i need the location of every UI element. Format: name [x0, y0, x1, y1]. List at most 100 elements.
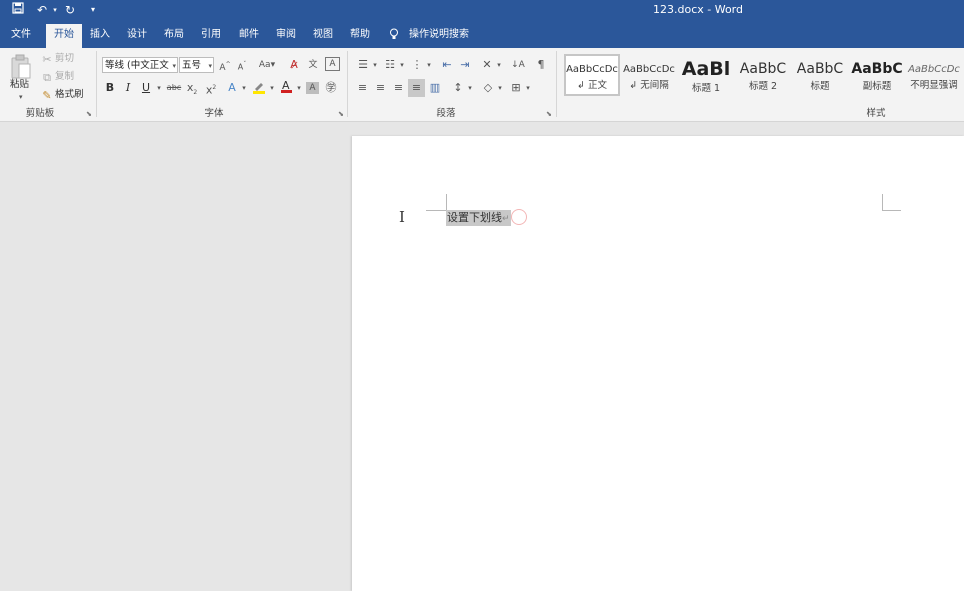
tab-references[interactable]: 引用 — [195, 24, 227, 48]
tab-layout[interactable]: 布局 — [158, 24, 190, 48]
borders-icon[interactable]: ⊞ — [509, 80, 523, 96]
undo-dropdown-icon[interactable]: ▾ — [51, 2, 59, 18]
save-icon[interactable] — [10, 2, 26, 18]
style-normal[interactable]: AaBbCcDc ↲ 正文 — [564, 54, 620, 96]
undo-icon[interactable]: ↶ — [34, 2, 50, 18]
separator — [347, 51, 348, 117]
bullets-dropdown-icon[interactable]: ▾ — [371, 57, 379, 73]
highlight-icon[interactable] — [252, 80, 266, 96]
chinese-layout-dropdown-icon[interactable]: ▾ — [495, 57, 503, 73]
tab-help[interactable]: 帮助 — [344, 24, 376, 48]
superscript-icon[interactable]: x2 — [205, 80, 217, 97]
justify-icon[interactable]: ≡ — [408, 79, 425, 97]
grow-font-icon[interactable]: A^ — [219, 57, 231, 73]
change-case-icon[interactable]: Aa▾ — [257, 57, 277, 73]
clear-formatting-icon[interactable]: A̷ — [287, 57, 301, 73]
increase-indent-icon[interactable]: ⇥ — [458, 57, 472, 73]
style-heading-2-preview: AaBbC — [739, 61, 787, 77]
show-marks-icon[interactable]: ¶ — [534, 57, 548, 73]
text-effects-icon[interactable]: A — [226, 80, 238, 96]
cut-button[interactable]: 剪切 — [55, 52, 74, 66]
multilevel-list-icon[interactable]: ⋮ — [410, 57, 424, 73]
cut-icon: ✂ — [42, 53, 52, 66]
tab-review[interactable]: 审阅 — [270, 24, 302, 48]
italic-icon[interactable]: I — [122, 80, 134, 96]
tab-insert[interactable]: 插入 — [84, 24, 116, 48]
redo-icon[interactable]: ↻ — [62, 2, 78, 18]
style-heading-1-preview: AaBl — [681, 58, 731, 80]
style-title[interactable]: AaBbC 标题 — [792, 54, 848, 96]
tell-me-search[interactable]: 操作说明搜索 — [406, 24, 472, 48]
style-normal-name: ↲ 正文 — [577, 80, 607, 91]
selected-text[interactable]: 设置下划线 — [447, 211, 502, 224]
paragraph-launcher-icon[interactable]: ⬊ — [546, 110, 554, 118]
style-heading-2[interactable]: AaBbC 标题 2 — [735, 54, 791, 96]
style-heading-1[interactable]: AaBl 标题 1 — [678, 54, 734, 96]
tab-view[interactable]: 视图 — [307, 24, 339, 48]
style-subtle-emphasis[interactable]: AaBbCcDc 不明显强调 — [906, 54, 962, 96]
multilevel-dropdown-icon[interactable]: ▾ — [425, 57, 433, 73]
shading-dropdown-icon[interactable]: ▾ — [496, 80, 504, 96]
styles-group-label: 样式 — [866, 108, 886, 119]
character-border-icon[interactable]: A — [325, 57, 340, 71]
numbering-icon[interactable]: ☷ — [383, 57, 397, 73]
paste-dropdown-icon[interactable]: ▾ — [19, 90, 23, 104]
style-no-spacing-name: ↲ 无间隔 — [629, 80, 669, 91]
chinese-layout-icon[interactable]: ✕ — [480, 57, 494, 73]
customize-qat-icon[interactable]: ▾ — [86, 2, 100, 18]
sort-icon[interactable]: ↓A — [511, 57, 525, 73]
font-color-icon[interactable]: A — [280, 78, 293, 96]
bold-icon[interactable]: B — [104, 80, 116, 96]
separator — [556, 51, 557, 117]
tab-mailings[interactable]: 邮件 — [233, 24, 265, 48]
strikethrough-icon[interactable]: abc — [166, 80, 182, 96]
paste-icon[interactable] — [10, 54, 32, 80]
shading-icon[interactable]: ◇ — [481, 80, 495, 96]
clipboard-launcher-icon[interactable]: ⬊ — [86, 110, 94, 118]
font-family-select[interactable]: 等线 (中文正文 ▾ — [102, 57, 178, 73]
tab-design[interactable]: 设计 — [121, 24, 153, 48]
subscript-icon[interactable]: x2 — [186, 80, 198, 96]
shrink-font-icon[interactable]: Aˇ — [236, 57, 248, 73]
highlight-dropdown-icon[interactable]: ▾ — [268, 80, 276, 96]
style-subtle-emphasis-preview: AaBbCcDc — [908, 64, 960, 75]
bullets-icon[interactable]: ☰ — [356, 57, 370, 73]
font-size-select[interactable]: 五号 ▾ — [179, 57, 214, 73]
distributed-icon[interactable]: ▥ — [428, 80, 442, 96]
align-left-icon[interactable]: ≡ — [356, 80, 369, 96]
underline-dropdown-icon[interactable]: ▾ — [155, 80, 163, 96]
align-center-icon[interactable]: ≡ — [374, 80, 387, 96]
style-subtitle-name: 副标题 — [862, 81, 892, 92]
tab-file[interactable]: 文件 — [4, 24, 38, 48]
phonetic-guide-icon[interactable]: 文 — [306, 57, 320, 73]
style-heading-2-name: 标题 2 — [748, 81, 778, 92]
font-launcher-icon[interactable]: ⬊ — [338, 110, 346, 118]
style-subtitle-preview: AaBbC — [851, 61, 903, 77]
line-spacing-dropdown-icon[interactable]: ▾ — [466, 80, 474, 96]
title-bar: ↶ ▾ ↻ ▾ 123.docx - Word 文件 开始 插入 设计 布局 引… — [0, 0, 964, 48]
separator — [96, 51, 97, 117]
font-color-dropdown-icon[interactable]: ▾ — [295, 80, 303, 96]
line-spacing-icon[interactable]: ↕ — [451, 80, 465, 96]
style-normal-preview: AaBbCcDc — [566, 64, 618, 75]
enclose-characters-icon[interactable]: ㊫ — [324, 80, 338, 96]
text-effects-dropdown-icon[interactable]: ▾ — [240, 80, 248, 96]
numbering-dropdown-icon[interactable]: ▾ — [398, 57, 406, 73]
format-painter-button[interactable]: 格式刷 — [55, 88, 84, 102]
document-page[interactable]: 设置下划线↵ — [352, 136, 964, 591]
document-text[interactable]: 设置下划线↵ — [446, 210, 511, 226]
decrease-indent-icon[interactable]: ⇤ — [440, 57, 454, 73]
copy-button[interactable]: 复制 — [55, 70, 74, 84]
lightbulb-icon[interactable] — [389, 28, 399, 40]
tab-home[interactable]: 开始 — [46, 24, 82, 48]
style-no-spacing[interactable]: AaBbCcDc ↲ 无间隔 — [621, 54, 677, 96]
style-title-name: 标题 — [810, 81, 830, 92]
crop-mark-top-right — [882, 194, 901, 211]
font-size-value: 五号 — [182, 60, 202, 71]
align-right-icon[interactable]: ≡ — [392, 80, 405, 96]
borders-dropdown-icon[interactable]: ▾ — [524, 80, 532, 96]
font-family-value: 等线 (中文正文 — [105, 60, 169, 71]
character-shading-icon[interactable]: A — [306, 82, 319, 94]
underline-icon[interactable]: U — [140, 80, 152, 96]
style-subtitle[interactable]: AaBbC 副标题 — [849, 54, 905, 96]
